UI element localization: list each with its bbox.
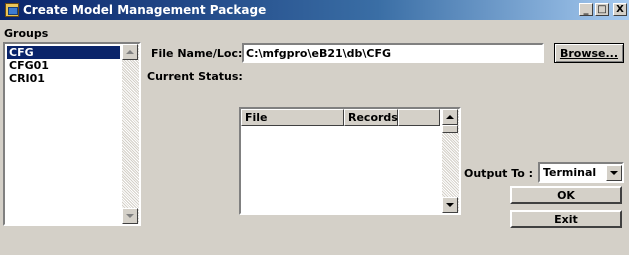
file-name-label: File Name/Loc: — [151, 47, 243, 60]
group-item-cfg01[interactable]: CFG01 — [7, 59, 120, 72]
scroll-down-icon — [446, 203, 454, 207]
status-table[interactable]: File Records — [239, 107, 461, 215]
window-title: Create Model Management Package — [23, 3, 267, 17]
groups-label: Groups — [4, 27, 49, 40]
scroll-up-icon — [126, 50, 134, 54]
output-to-select[interactable]: Terminal — [538, 162, 624, 183]
output-dropdown-button[interactable] — [606, 165, 622, 181]
minimize-button[interactable]: _ — [579, 3, 593, 16]
table-scrollbar[interactable] — [442, 109, 459, 213]
current-status-label: Current Status: — [147, 70, 243, 83]
file-name-input[interactable]: C:\mfgpro\eB21\db\CFG — [242, 43, 544, 63]
title-bar[interactable]: Create Model Management Package _ □ X — [0, 0, 629, 20]
groups-listbox[interactable]: CFG CFG01 CRI01 — [3, 42, 141, 226]
output-to-value: Terminal — [543, 166, 597, 179]
exit-button[interactable]: Exit — [510, 210, 622, 228]
column-header-records-label: Records — [348, 111, 398, 124]
scroll-down-icon — [126, 214, 134, 218]
close-button[interactable]: X — [613, 3, 627, 16]
groups-scrollbar[interactable] — [122, 44, 139, 224]
exit-button-label: Exit — [554, 212, 578, 226]
close-icon: X — [616, 4, 624, 15]
create-model-package-window: Create Model Management Package _ □ X Gr… — [0, 0, 629, 255]
table-scroll-up-button[interactable] — [442, 109, 458, 125]
browse-button[interactable]: Browse... — [554, 43, 624, 63]
maximize-button[interactable]: □ — [595, 3, 609, 16]
minimize-icon: _ — [583, 4, 589, 15]
scroll-up-icon — [446, 115, 454, 119]
ok-button[interactable]: OK — [510, 186, 622, 204]
maximize-icon: □ — [597, 4, 607, 15]
column-header-file-label: File — [245, 111, 268, 124]
ok-button-label: OK — [557, 188, 575, 202]
column-header-empty — [398, 109, 440, 126]
app-icon — [5, 3, 19, 17]
table-scroll-down-button[interactable] — [442, 197, 458, 213]
groups-scroll-down-button[interactable] — [122, 208, 138, 224]
browse-button-label: Browse... — [559, 46, 619, 60]
column-header-records[interactable]: Records — [344, 109, 398, 126]
file-name-value: C:\mfgpro\eB21\db\CFG — [246, 47, 392, 60]
groups-scroll-up-button[interactable] — [122, 44, 138, 60]
table-scroll-thumb[interactable] — [442, 125, 458, 133]
column-header-file[interactable]: File — [241, 109, 344, 126]
group-item-cri01[interactable]: CRI01 — [7, 72, 120, 85]
output-to-label: Output To : — [464, 167, 534, 180]
group-item-cfg[interactable]: CFG — [7, 46, 120, 59]
chevron-down-icon — [610, 171, 618, 175]
